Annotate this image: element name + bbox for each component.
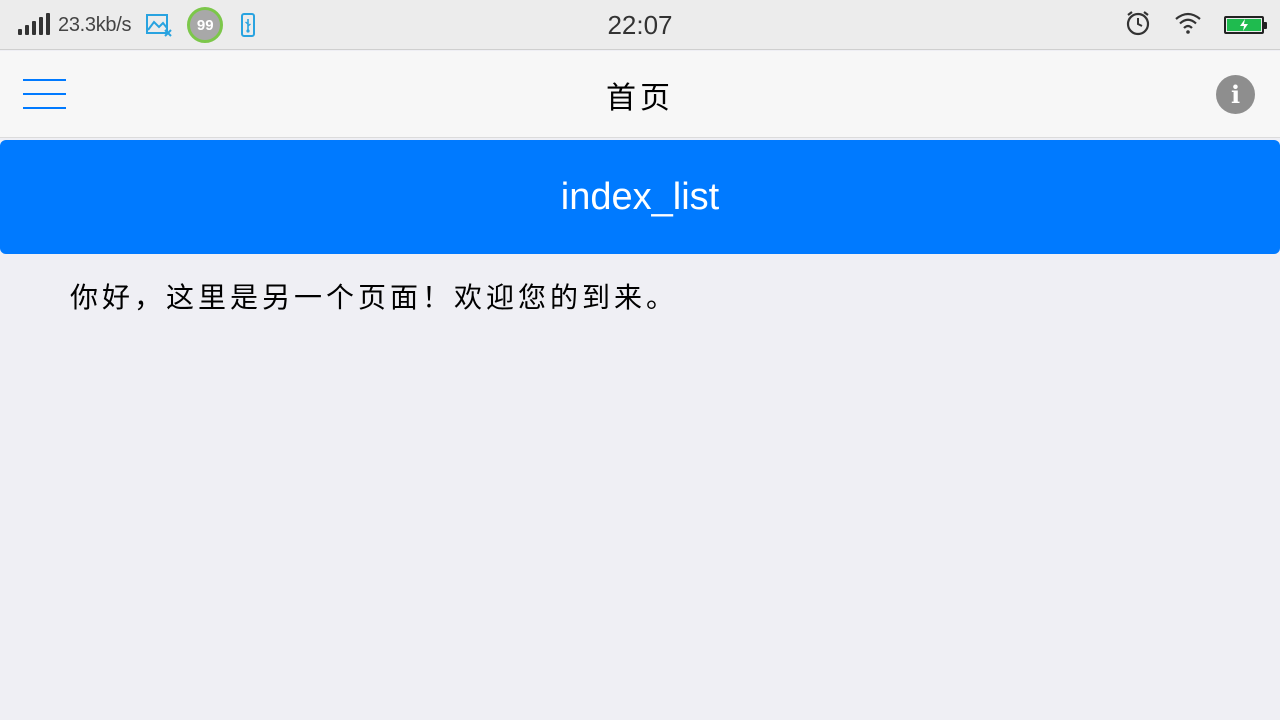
battery-icon	[1224, 16, 1267, 34]
alarm-icon	[1124, 9, 1152, 41]
navbar: 首页 i	[0, 51, 1280, 138]
usb-icon	[237, 12, 259, 38]
network-speed: 23.3kb/s	[58, 13, 132, 36]
info-icon[interactable]: i	[1216, 75, 1255, 114]
status-bar-right	[1124, 0, 1267, 50]
notification-count-badge: 99	[187, 7, 224, 43]
index-list-button[interactable]: index_list	[0, 140, 1280, 254]
battery-level-fill	[1227, 19, 1261, 31]
page-title: 首页	[606, 80, 674, 116]
signal-icon	[18, 13, 50, 35]
status-bar-left: 23.3kb/s 99	[18, 0, 259, 50]
hamburger-menu-icon[interactable]	[23, 79, 66, 111]
wifi-icon	[1174, 11, 1202, 39]
welcome-message: 你好，这里是另一个页面！欢迎您的到来。	[70, 281, 679, 314]
status-bar: 23.3kb/s 99 22:07	[0, 0, 1280, 50]
gallery-icon	[145, 12, 173, 38]
